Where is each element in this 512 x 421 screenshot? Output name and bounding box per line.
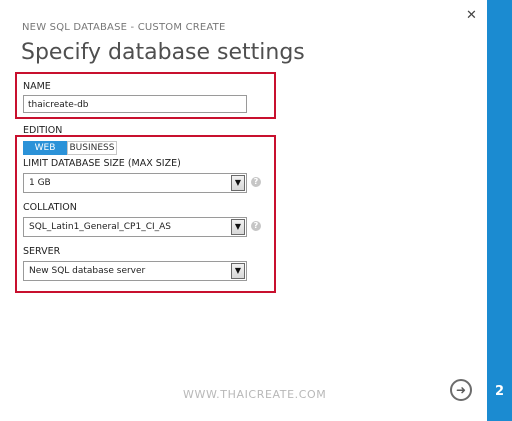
wizard-step-strip: 2 [487, 0, 512, 421]
size-select[interactable]: 1 GB ▼ [23, 173, 247, 193]
question-icon[interactable]: ? [251, 221, 261, 231]
question-icon[interactable]: ? [251, 177, 261, 187]
chevron-down-icon[interactable]: ▼ [231, 219, 245, 235]
edition-label: EDITION [23, 125, 63, 136]
server-select[interactable]: New SQL database server ▼ [23, 261, 247, 281]
close-icon[interactable]: ✕ [466, 8, 477, 23]
edition-tab-business[interactable]: BUSINESS [67, 141, 117, 155]
server-select-value: New SQL database server [29, 266, 146, 276]
page-number: 2 [494, 384, 505, 399]
next-button[interactable]: ➜ [450, 379, 472, 401]
size-select-value: 1 GB [29, 178, 51, 188]
watermark-text: WWW.THAICREATE.COM [183, 388, 327, 401]
custom-create-dialog: ✕ NEW SQL DATABASE - CUSTOM CREATE Speci… [0, 0, 487, 421]
collation-select[interactable]: SQL_Latin1_General_CP1_CI_AS ▼ [23, 217, 247, 237]
chevron-down-icon[interactable]: ▼ [231, 263, 245, 279]
collation-label: COLLATION [23, 202, 77, 213]
page-title: Specify database settings [21, 40, 305, 65]
name-input[interactable]: thaicreate-db [23, 95, 247, 113]
chevron-down-icon[interactable]: ▼ [231, 175, 245, 191]
arrow-right-icon: ➜ [455, 383, 467, 397]
name-label: NAME [23, 81, 51, 92]
server-label: SERVER [23, 246, 61, 257]
collation-select-value: SQL_Latin1_General_CP1_CI_AS [29, 222, 172, 232]
size-label: LIMIT DATABASE SIZE (MAX SIZE) [23, 158, 181, 169]
dialog-subtitle: NEW SQL DATABASE - CUSTOM CREATE [22, 22, 226, 33]
edition-tab-web[interactable]: WEB [23, 141, 67, 155]
